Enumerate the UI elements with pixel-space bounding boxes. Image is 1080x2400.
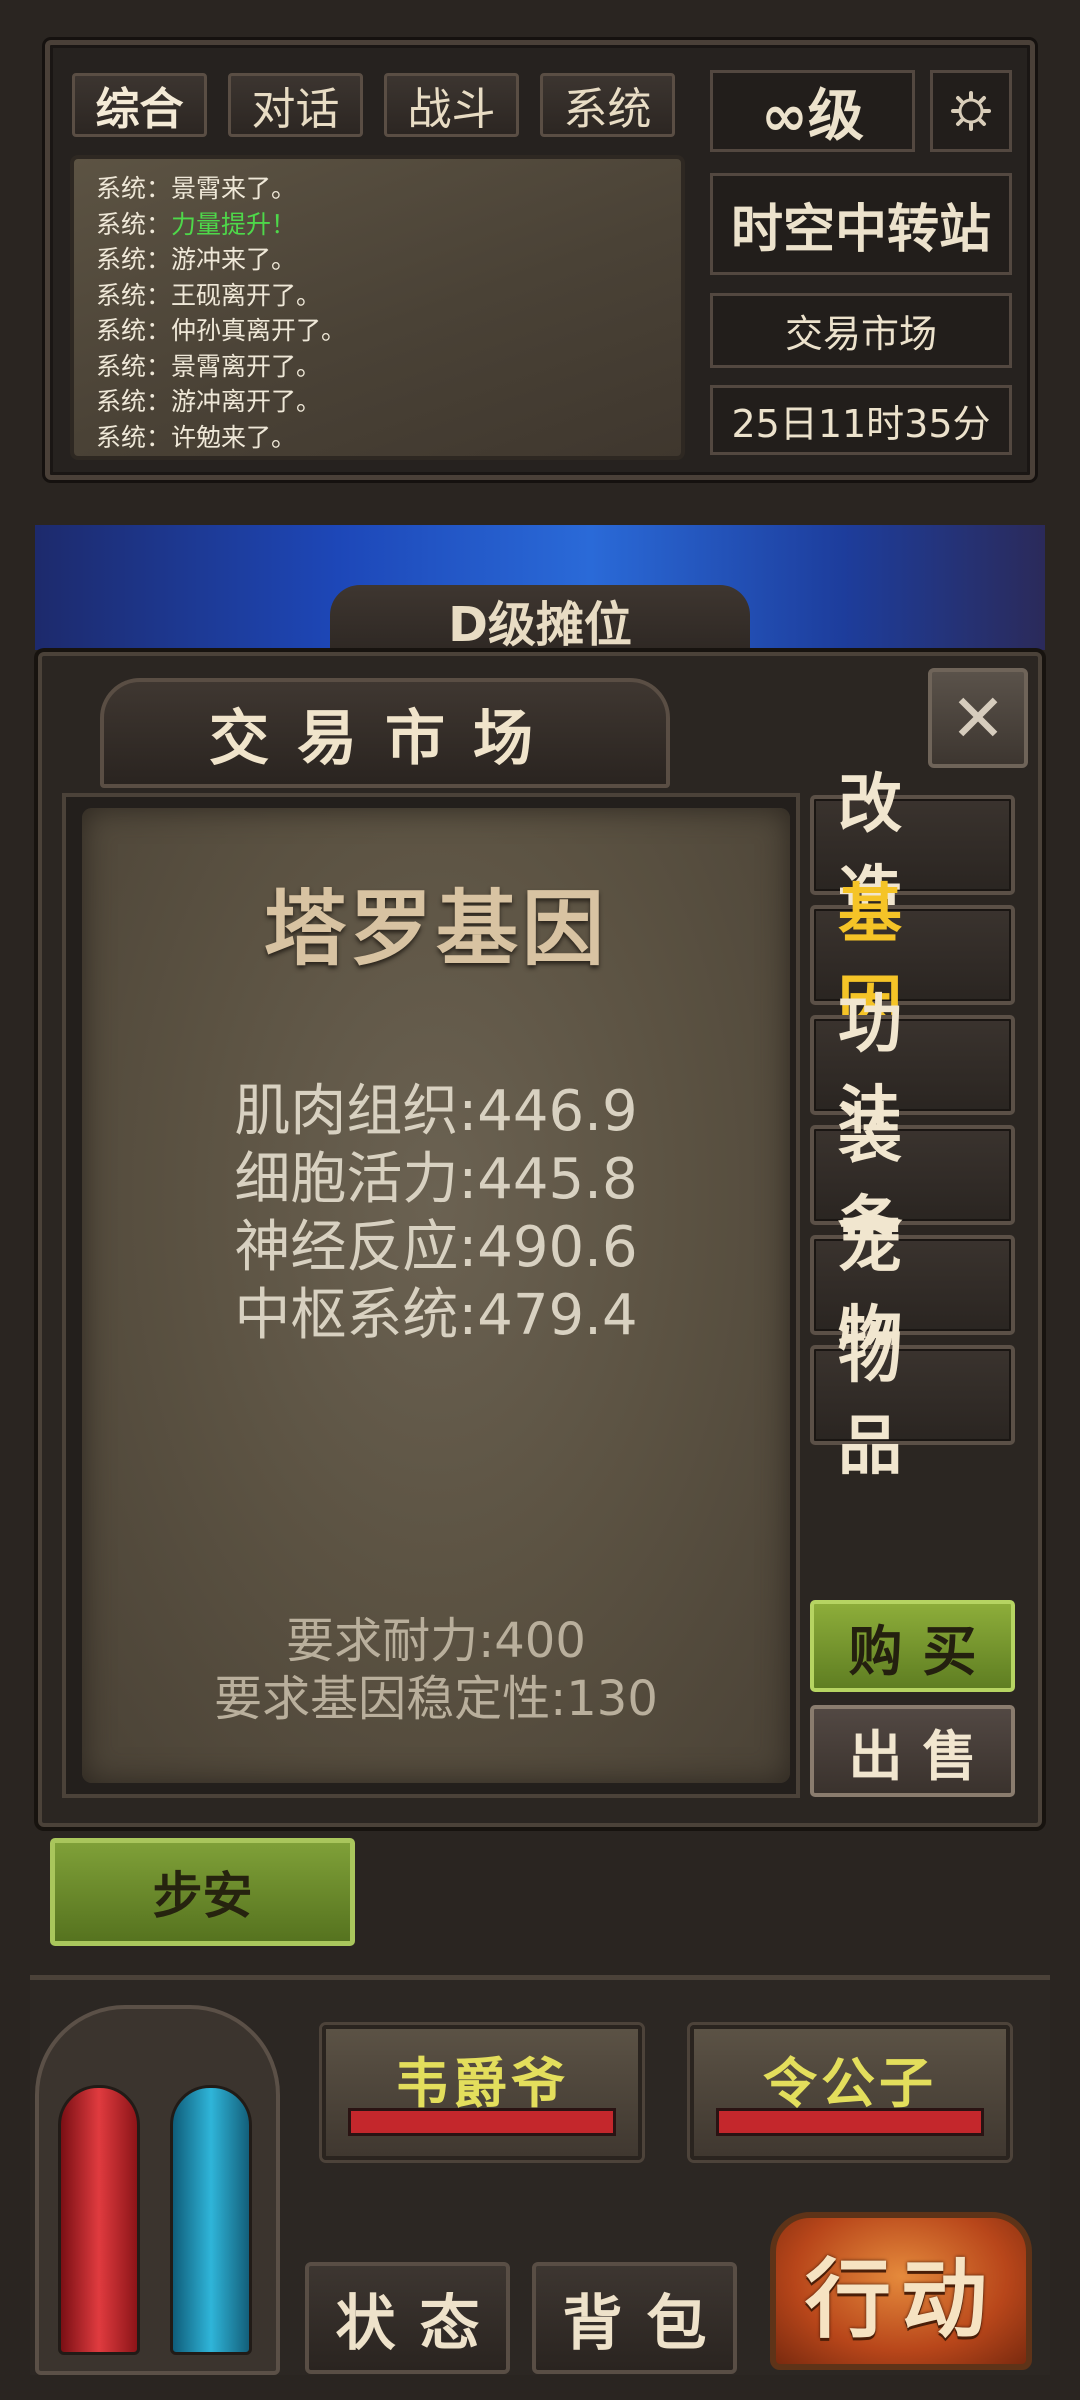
chat-line: 系统：游冲离开了。 [96,387,322,416]
dialog-title: 交易市场 [100,678,670,788]
chat-line: 系统：游冲来了。 [96,245,297,274]
area-name: 交易市场 [710,293,1012,368]
target-hp-bar [716,2108,984,2136]
tab-system[interactable]: 系统 [540,73,675,137]
action-button[interactable]: 行动 [770,2212,1032,2370]
chat-line: 系统：力量提升！ [96,209,297,239]
item-stat: 肌肉组织:446.9 [234,1079,638,1144]
item-stat: 中枢系统:479.4 [234,1283,638,1348]
item-stat: 神经反应:490.6 [234,1215,638,1280]
item-requirement: 要求基因稳定性:130 [214,1671,658,1727]
buy-button[interactable]: 购买 [810,1600,1015,1692]
chat-log[interactable]: 系统：景霄来了。 系统：力量提升！ 系统：游冲来了。 系统：王砚离开了。 系统：… [70,155,685,460]
tab-general[interactable]: 综合 [72,73,207,137]
chat-line: 系统：仲孙真离开了。 [96,316,347,345]
target-card[interactable]: 令公子 [690,2025,1010,2160]
nearby-player-button[interactable]: 步安 [50,1838,355,1946]
category-item[interactable]: 物品 [810,1318,1015,1484]
chat-line: 系统：景霄来了。 [96,174,297,203]
target-name: 令公子 [763,2052,937,2115]
status-button[interactable]: 状态 [305,2262,510,2374]
gear-icon [951,91,991,131]
chat-line: 系统：王砚离开了。 [96,280,322,310]
top-panel: 综合 对话 战斗 系统 系统：景霄来了。 系统：力量提升！ 系统：游冲来了。 系… [45,40,1035,480]
item-stat: 细胞活力:445.8 [234,1147,638,1212]
hp-gauge [58,2085,140,2355]
item-requirement: 要求耐力:400 [286,1613,586,1669]
target-name: 韦爵爷 [395,2052,569,2115]
target-card[interactable]: 韦爵爷 [322,2025,642,2160]
chat-line: 系统：许勉来了。 [96,422,297,452]
target-hp-bar [348,2108,616,2136]
bag-button[interactable]: 背包 [532,2262,737,2374]
close-icon: ✕ [950,679,1006,757]
tab-dialog[interactable]: 对话 [228,73,363,137]
mp-gauge [170,2085,252,2355]
item-name: 塔罗基因 [263,882,608,977]
chat-line: 系统：景霄离开了。 [96,351,322,381]
level-badge: ∞级 [710,70,915,152]
game-time: 25日11时35分 [710,385,1012,455]
station-name: 时空中转站 [710,173,1012,275]
settings-button[interactable] [930,70,1012,152]
sell-button[interactable]: 出售 [810,1705,1015,1797]
tab-battle[interactable]: 战斗 [384,73,519,137]
